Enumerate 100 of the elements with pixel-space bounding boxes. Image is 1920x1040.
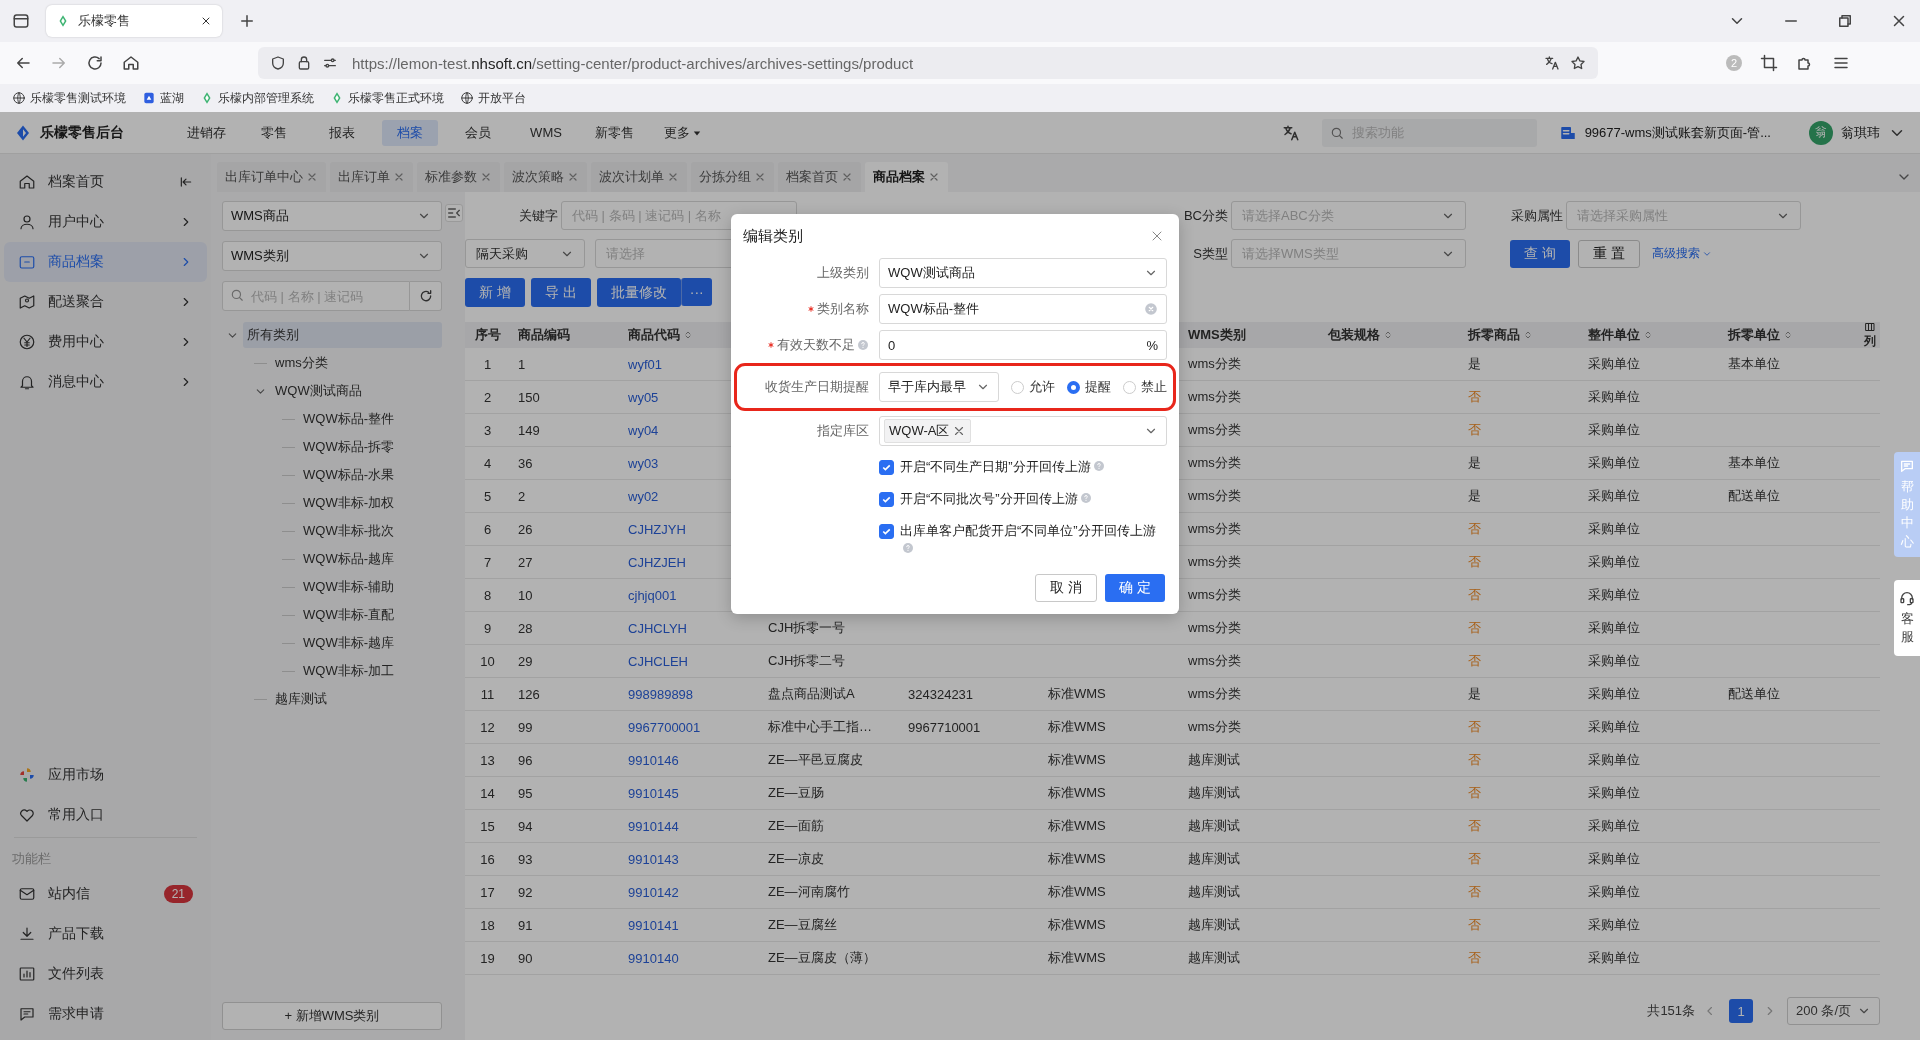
checkbox-label: 出库单客户配货开启“不同单位”分开回传上游 (900, 523, 1156, 538)
table-cell: 越库测试 (1188, 949, 1240, 967)
table-cell: ZE—豆腐皮（薄） (768, 949, 876, 967)
table-cell: 配送单位 (1728, 487, 1780, 505)
table-cell: 标准WMS (1048, 850, 1106, 868)
table-cell: 9967710001 (908, 719, 981, 735)
table-cell: 标准WMS (1048, 817, 1106, 835)
table-cell: 否 (1468, 784, 1481, 802)
table-cell: 2 (518, 488, 526, 504)
table-cell: 采购单位 (1588, 784, 1640, 802)
column-header: 拆零商品 (1468, 326, 1520, 344)
table-cell: wms分类 (1188, 355, 1241, 373)
table-cell: 标准WMS (1048, 916, 1106, 934)
table-cell: 越库测试 (1188, 883, 1240, 901)
brand-name: 乐檬零售后台 (40, 123, 124, 142)
filter-label: S类型 (1192, 244, 1229, 263)
table-cell: 标准WMS (1048, 784, 1106, 802)
table-cell: 采购单位 (1588, 685, 1640, 703)
table-cell: wms分类 (1188, 619, 1241, 637)
field-label: 类别名称 (817, 300, 869, 318)
table-cell: wms分类 (1188, 487, 1241, 505)
table-cell: 越库测试 (1188, 784, 1240, 802)
table-cell: 27 (518, 554, 533, 570)
table-cell: 采购单位 (1588, 949, 1640, 967)
table-cell: 越库测试 (1188, 850, 1240, 868)
table-cell: 否 (1468, 388, 1481, 406)
table-cell: 否 (1468, 421, 1481, 439)
field-label: 上级类别 (817, 264, 869, 282)
table-cell: 标准WMS (1048, 883, 1106, 901)
table-cell: 采购单位 (1588, 586, 1640, 604)
table-cell: wms分类 (1188, 586, 1241, 604)
table-cell: ZE—豆腐丝 (768, 916, 837, 934)
checkbox-label: 开启“不同批次号”分开回传上游 (900, 491, 1078, 506)
field-label: 指定库区 (817, 422, 869, 440)
table-cell: ZE—平邑豆腐皮 (768, 751, 863, 769)
table-cell: 采购单位 (1588, 553, 1640, 571)
table-cell: 15 (480, 818, 495, 834)
table-cell: ZE—凉皮 (768, 850, 824, 868)
table-cell: 9 (483, 620, 492, 636)
table-cell: 28 (518, 620, 533, 636)
table-cell: 12 (480, 719, 495, 735)
table-cell: wms分类 (1188, 520, 1241, 538)
table-cell: 29 (518, 653, 533, 669)
table-cell: 否 (1468, 949, 1481, 967)
field-label: 收货生产日期提醒 (765, 378, 869, 396)
table-cell: 17 (480, 884, 495, 900)
table-cell: 95 (518, 785, 533, 801)
table-cell: 采购单位 (1588, 652, 1640, 670)
table-cell: 2 (483, 389, 492, 405)
table-cell: 149 (518, 422, 540, 438)
table-cell: 是 (1468, 685, 1481, 703)
filter-label: BC分类 (1182, 206, 1229, 225)
table-cell: 是 (1468, 454, 1481, 472)
table-cell: wms分类 (1188, 685, 1241, 703)
table-cell: 4 (483, 455, 492, 471)
column-header: WMS类别 (1188, 326, 1246, 344)
table-cell: 18 (480, 917, 495, 933)
table-cell: 是 (1468, 355, 1481, 373)
table-cell: 采购单位 (1588, 520, 1640, 538)
table-cell: 96 (518, 752, 533, 768)
column-header: 包装规格 (1328, 326, 1380, 344)
table-cell: 否 (1468, 652, 1481, 670)
table-cell: 采购单位 (1588, 421, 1640, 439)
table-cell: 否 (1468, 817, 1481, 835)
url-text: https://lemon-test.nhsoft.cn/setting-center/product-archives/archives-settings/product (352, 54, 914, 72)
table-cell: 采购单位 (1588, 718, 1640, 736)
table-cell: CJH拆零二号 (768, 652, 846, 670)
table-cell: 采购单位 (1588, 454, 1640, 472)
column-header: 序号 (474, 326, 501, 344)
table-cell: wms分类 (1188, 421, 1241, 439)
table-cell: 采购单位 (1588, 916, 1640, 934)
table-cell: wms分类 (1188, 718, 1241, 736)
table-cell: 10 (518, 587, 533, 603)
table-cell: 否 (1468, 520, 1481, 538)
table-cell: 91 (518, 917, 533, 933)
table-cell: 否 (1468, 751, 1481, 769)
table-cell: 10 (480, 653, 495, 669)
table-cell: 1 (483, 356, 492, 372)
table-cell: 16 (480, 851, 495, 867)
table-cell: 7 (483, 554, 492, 570)
table-cell: 盘点商品测试A (768, 685, 855, 703)
table-cell: 99 (518, 719, 533, 735)
table-cell: 11 (480, 686, 495, 702)
table-cell: wms分类 (1188, 553, 1241, 571)
table-cell: 标准中心手工指… (768, 718, 872, 736)
table-cell: 13 (480, 752, 495, 768)
table-cell: 126 (518, 686, 540, 702)
table-cell: wms分类 (1188, 454, 1241, 472)
table-cell: 26 (518, 521, 533, 537)
table-cell: CJH拆零一号 (768, 619, 846, 637)
total-count: 共151条 (1647, 1002, 1696, 1020)
table-cell: 标准WMS (1048, 685, 1106, 703)
table-cell: 93 (518, 851, 533, 867)
table-cell: 36 (518, 455, 533, 471)
checkbox-label: 开启“不同生产日期”分开回传上游 (900, 459, 1091, 474)
table-cell: 94 (518, 818, 533, 834)
table-cell: 6 (483, 521, 492, 537)
count-badge: 21 (163, 885, 193, 903)
table-cell: ZE—面筋 (768, 817, 824, 835)
table-cell: 采购单位 (1588, 751, 1640, 769)
